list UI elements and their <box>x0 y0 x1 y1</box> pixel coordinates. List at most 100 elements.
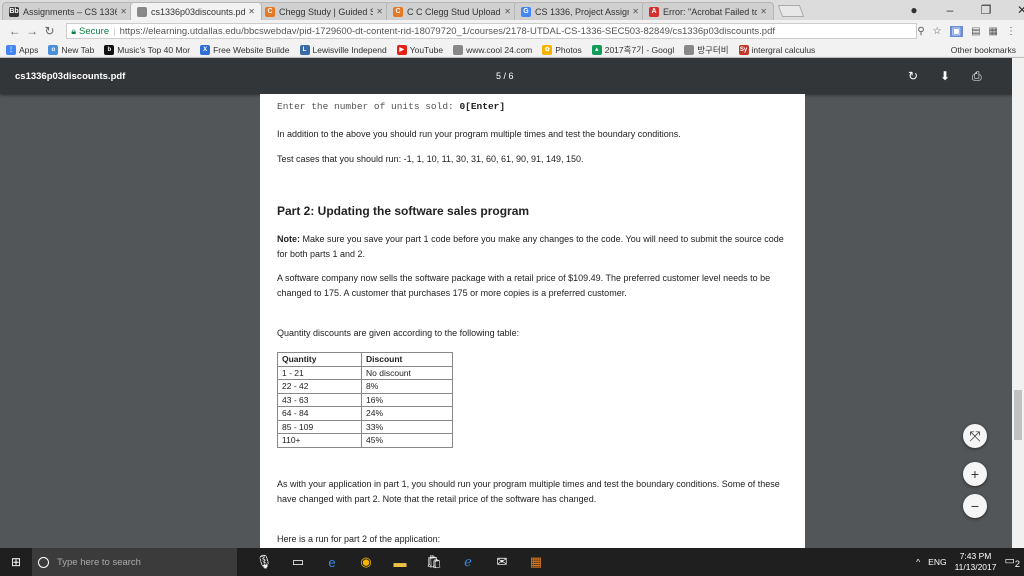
tab[interactable]: C Chegg Study | Guided S ✕ <box>258 2 390 20</box>
scrollbar-thumb[interactable] <box>1014 390 1022 440</box>
console-input: 0[Enter] <box>459 101 506 112</box>
table-cell: 43 - 63 <box>277 392 362 407</box>
tab[interactable]: G CS 1336, Project Assign ✕ <box>514 2 646 20</box>
new-tab-button[interactable] <box>777 5 805 17</box>
close-window-button[interactable]: ✕ <box>1004 1 1024 19</box>
restore-button[interactable]: ❐ <box>968 1 1004 19</box>
paragraph-run-multiple: As with your application in part 1, you … <box>277 479 780 504</box>
bookmark-label: intergral calculus <box>751 44 816 55</box>
bookmark-item[interactable]: www.cool 24.com <box>453 44 532 55</box>
chrome-icon[interactable]: ◉ <box>349 554 383 570</box>
chegg-icon: C <box>265 6 275 17</box>
page-icon <box>137 6 147 17</box>
cortana-icon <box>38 556 49 568</box>
task-view-icon[interactable]: ▭ <box>281 554 315 570</box>
print-icon[interactable]: ⎙ <box>972 69 982 84</box>
extension-icon[interactable]: ▦ <box>989 26 998 37</box>
table-cell: 64 - 84 <box>277 406 362 421</box>
bookmark-label: 방구터비 <box>697 44 729 55</box>
search-placeholder: Type here to search <box>57 556 141 568</box>
tray-chevron-icon[interactable]: ^ <box>916 557 920 567</box>
window-controls: ● – ❐ ✕ <box>896 1 1024 19</box>
close-tab-icon[interactable]: ✕ <box>504 7 511 16</box>
minimize-button[interactable]: – <box>932 1 968 19</box>
extension-icon[interactable]: ▤ <box>971 26 980 37</box>
bookmark-item[interactable]: ✿ Photos <box>542 44 582 55</box>
tab[interactable]: Bb Assignments – CS 1336. ✕ <box>2 2 134 20</box>
scrollbar[interactable] <box>1012 58 1024 548</box>
bookmark-star-icon[interactable]: ☆ <box>933 26 942 37</box>
zoom-icon[interactable]: ⚲ <box>917 26 924 37</box>
language-indicator[interactable]: ENG <box>928 557 946 567</box>
profile-icon[interactable]: ● <box>896 1 932 19</box>
console-line: Enter the number of units sold: 0[Enter] <box>277 99 787 114</box>
fit-page-button[interactable]: ⤧ <box>963 424 987 448</box>
forward-arrow-icon[interactable]: → <box>23 24 40 38</box>
separator: | <box>113 25 116 37</box>
note-paragraph: Note: Make sure you save your part 1 cod… <box>277 232 787 262</box>
store-icon[interactable]: 🛍︎ <box>417 554 451 570</box>
bookmark-item[interactable]: X Free Website Builde <box>200 44 290 55</box>
taskbar: ⊞ Type here to search 🎙︎ ▭ e ◉ ▬ 🛍︎ ℯ ✉ … <box>0 548 1024 576</box>
notification-icon[interactable]: ▭2 <box>1005 554 1021 569</box>
table-cell: 45% <box>361 433 453 448</box>
symbolab-icon: Sy <box>738 44 749 55</box>
bookmark-item[interactable]: ▲ 2017흑7기 - Googl <box>591 44 674 56</box>
app-icon[interactable]: ▦ <box>519 554 553 570</box>
mail-icon[interactable]: ✉ <box>485 554 519 570</box>
close-tab-icon[interactable]: ✕ <box>760 7 767 16</box>
photos-icon: ✿ <box>542 44 553 55</box>
discount-table: Quantity Discount 1 - 21 No discount 22 - 4… <box>277 352 453 448</box>
close-tab-icon[interactable]: ✕ <box>632 7 639 16</box>
table-row: 64 - 84 24% <box>277 406 453 421</box>
close-tab-icon[interactable]: ✕ <box>248 7 255 16</box>
microphone-icon[interactable]: 🎙︎ <box>247 554 281 570</box>
table-row: 43 - 63 16% <box>277 392 453 407</box>
clock-date: 11/13/2017 <box>954 562 997 572</box>
zoom-in-button[interactable]: + <box>963 462 987 486</box>
internet-explorer-icon[interactable]: ℯ <box>451 554 485 570</box>
table-row: 1 - 21 No discount <box>277 365 453 380</box>
youtube-icon: ▶ <box>396 44 407 55</box>
bookmark-item[interactable]: 방구터비 <box>684 44 729 56</box>
tab[interactable]: A Error: "Acrobat Failed to ✕ <box>642 2 774 20</box>
close-tab-icon[interactable]: ✕ <box>120 7 127 16</box>
page-icon <box>453 44 464 55</box>
bookmark-label: Photos <box>555 44 582 55</box>
table-header: Discount <box>361 352 453 367</box>
google-icon: G <box>521 6 531 17</box>
address-bar[interactable]: 🔒︎ Secure | https://elearning.utdallas.e… <box>66 23 918 39</box>
clock[interactable]: 7:43 PM 11/13/2017 <box>955 551 997 573</box>
edge-icon[interactable]: e <box>315 555 349 570</box>
paragraph-boundary: In addition to the above you should run … <box>277 129 681 139</box>
tab[interactable]: C C C Clegg Stud Upload ✕ <box>386 2 518 20</box>
table-cell: 8% <box>361 379 453 394</box>
close-tab-icon[interactable]: ✕ <box>376 7 383 16</box>
table-cell: No discount <box>361 365 453 380</box>
download-icon[interactable]: ⬇ <box>940 69 950 83</box>
bookmark-item[interactable]: o New Tab <box>48 44 94 55</box>
taskbar-search[interactable]: Type here to search <box>32 548 237 576</box>
paragraph-run-part2: Here is a run for part 2 of the applicat… <box>277 534 441 544</box>
tab[interactable]: cs1336p03discounts.pdf ✕ <box>130 2 262 20</box>
menu-icon[interactable]: ⋮ <box>1006 26 1016 37</box>
extension-icon[interactable]: ▣ <box>949 25 964 37</box>
bookmark-item[interactable]: b Music's Top 40 Mor <box>104 44 190 55</box>
back-arrow-icon[interactable]: ← <box>6 24 23 38</box>
bookmark-item[interactable]: ▶ YouTube <box>396 44 443 55</box>
bookmark-item[interactable]: ⋮ Apps <box>6 44 38 55</box>
bookmark-item[interactable]: Sy intergral calculus <box>738 44 816 55</box>
windows-start-icon[interactable]: ⊞ <box>0 555 32 569</box>
reload-icon[interactable]: ↻ <box>41 24 58 38</box>
file-explorer-icon[interactable]: ▬ <box>383 555 417 570</box>
table-cell: 85 - 109 <box>277 419 362 434</box>
page-icon <box>684 44 695 55</box>
rotate-icon[interactable]: ↻ <box>908 69 918 83</box>
tab-title: C C Clegg Stud Upload <box>407 6 501 17</box>
page-indicator[interactable]: 5 / 6 <box>496 71 514 81</box>
other-bookmarks[interactable]: Other bookmarks <box>951 45 1016 55</box>
blackboard-icon: Bb <box>9 6 19 17</box>
bookmark-item[interactable]: L Lewisville Independ <box>299 44 387 55</box>
zoom-out-button[interactable]: − <box>963 494 987 518</box>
tab-title: CS 1336, Project Assign <box>535 6 630 17</box>
